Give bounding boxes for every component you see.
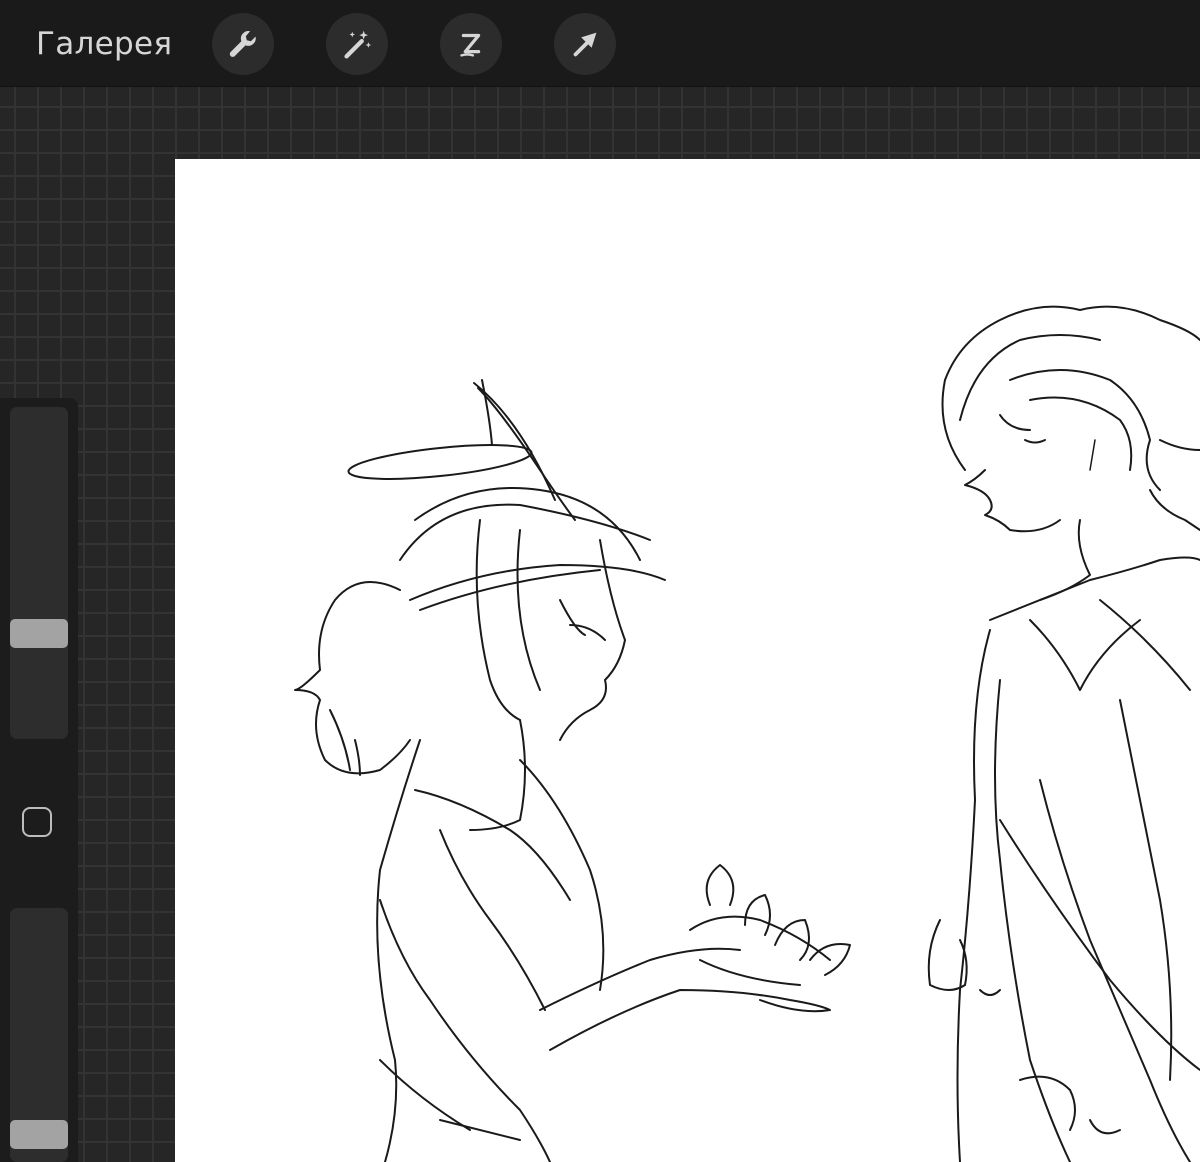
adjustments-button[interactable]: [326, 13, 388, 75]
wrench-icon: [229, 31, 256, 57]
selection-s-icon: [460, 33, 481, 57]
sketch-artwork: [294, 305, 1200, 1162]
modify-button[interactable]: [22, 807, 52, 837]
arrow-cursor-icon: [573, 32, 597, 57]
opacity-slider-thumb[interactable]: [10, 1119, 68, 1149]
selection-button[interactable]: [440, 13, 502, 75]
drawing-canvas[interactable]: [175, 159, 1200, 1162]
magic-wand-icon: [344, 30, 372, 59]
brush-size-slider-thumb[interactable]: [10, 619, 68, 649]
left-sidebar: [0, 398, 78, 1162]
gallery-button[interactable]: Галерея: [36, 22, 172, 66]
transform-button[interactable]: [554, 13, 616, 75]
procreate-app: Галерея: [0, 0, 1200, 1162]
actions-button[interactable]: [212, 13, 274, 75]
top-toolbar: Галерея: [0, 0, 1200, 87]
brush-size-slider[interactable]: [10, 407, 68, 739]
